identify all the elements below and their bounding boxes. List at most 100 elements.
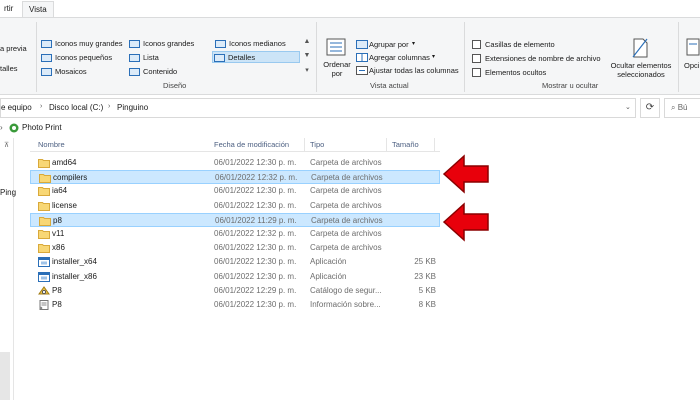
refresh-button[interactable]: ⟳ [640, 98, 660, 118]
file-name: P8 [52, 285, 62, 295]
item-checkboxes-label: Casillas de elemento [485, 40, 555, 49]
file-row[interactable]: compilers 06/01/2022 12:32 p. m. Carpeta d… [30, 170, 440, 185]
tab-share[interactable]: rtir [0, 1, 19, 17]
file-name: installer_x86 [52, 271, 97, 281]
options-button[interactable]: Opci [684, 61, 699, 70]
column-header-name[interactable]: Nombre [38, 140, 65, 149]
file-row[interactable]: ia64 06/01/2022 12:30 p. m. Carpeta de arc… [30, 184, 440, 198]
setup-info-icon [38, 300, 50, 310]
file-size: 8 KB [418, 300, 436, 309]
layout-extra-large-icons[interactable]: Iconos muy grandes [40, 38, 123, 50]
file-type: Carpeta de archivos [311, 173, 383, 183]
file-date: 06/01/2022 12:32 p. m. [214, 229, 297, 238]
breadcrumb-pinguino[interactable]: Pinguino [117, 103, 148, 112]
layout-gallery: Iconos muy grandes Iconos grandes Iconos… [40, 38, 310, 81]
file-name: P8 [52, 300, 62, 309]
file-row[interactable]: installer_x86 06/01/2022 12:30 p. m. Aplic… [30, 270, 440, 284]
nav-scrollbar[interactable] [0, 352, 10, 400]
annotation-arrow-p8 [442, 202, 489, 242]
address-bar[interactable]: e equipo › Disco local (C:) › Pinguino ⌄ [0, 98, 636, 118]
file-row[interactable]: amd64 06/01/2022 12:30 p. m. Carpeta de ar… [30, 156, 440, 170]
photo-print-icon [9, 123, 19, 133]
file-date: 06/01/2022 12:29 p. m. [214, 285, 297, 295]
pin-icon: ⊼ [4, 142, 10, 149]
column-divider[interactable] [304, 138, 305, 152]
file-row[interactable]: P8 06/01/2022 12:30 p. m. Información sobr… [30, 298, 440, 312]
file-date: 06/01/2022 12:30 p. m. [214, 158, 297, 167]
chevron-right-icon[interactable]: › [0, 123, 3, 132]
column-header-date[interactable]: Fecha de modificación [214, 140, 289, 149]
file-size: 23 KB [414, 271, 436, 281]
layout-gallery-scroll[interactable]: ▲ ▼ ▾ [302, 38, 312, 81]
scroll-up-icon[interactable]: ▲ [302, 38, 312, 52]
file-type: Aplicación [310, 257, 347, 267]
search-box[interactable]: ⌕ Bú [664, 98, 700, 118]
file-row[interactable]: x86 06/01/2022 12:30 p. m. Carpeta de arch… [30, 241, 440, 255]
file-name: compilers [53, 173, 88, 183]
file-date: 06/01/2022 11:29 p. m. [215, 215, 297, 225]
nav-item-pinguino[interactable]: Ping [0, 188, 16, 197]
layout-medium-icons[interactable]: Iconos medianos [214, 38, 286, 50]
file-type: Carpeta de archivos [310, 186, 382, 196]
layout-large-icons[interactable]: Iconos grandes [128, 38, 194, 50]
options-icon [686, 38, 700, 56]
file-row[interactable]: p8 06/01/2022 11:29 p. m. Carpeta de archi… [30, 212, 440, 227]
column-divider[interactable] [434, 138, 435, 152]
application-icon [38, 257, 50, 268]
layout-content[interactable]: Contenido [128, 66, 177, 78]
column-header-type[interactable]: Tipo [310, 140, 324, 149]
folder-icon [39, 216, 51, 226]
scroll-down-icon[interactable]: ▼ [302, 52, 312, 66]
breadcrumb-local-disk[interactable]: Disco local (C:) [49, 103, 103, 112]
file-date: 06/01/2022 12:30 p. m. [214, 300, 297, 309]
layout-tiles[interactable]: Mosaicos [40, 66, 87, 78]
tiles-icon [41, 68, 52, 76]
file-date: 06/01/2022 12:30 p. m. [214, 243, 297, 253]
hidden-items-checkbox[interactable] [472, 68, 481, 77]
file-row[interactable]: v11 06/01/2022 12:32 p. m. Carpeta de arch… [30, 227, 440, 241]
column-headers: Nombre Fecha de modificación Tipo Tamaño [30, 138, 440, 152]
list-icon [129, 54, 140, 62]
tab-view[interactable]: Vista [22, 1, 54, 17]
large-icons-icon [129, 40, 140, 48]
file-name: ia64 [52, 186, 68, 196]
hidden-items-label: Elementos ocultos [485, 68, 547, 77]
file-extensions-checkbox[interactable] [472, 54, 481, 63]
details-pane-button[interactable]: talles [0, 64, 18, 73]
medium-icons-icon [215, 40, 226, 48]
refresh-icon: ⟳ [645, 102, 655, 113]
expand-gallery-icon[interactable]: ▾ [302, 66, 312, 80]
file-date: 06/01/2022 12:30 p. m. [214, 271, 297, 281]
sort-by-button[interactable]: Ordenar por [322, 60, 352, 78]
column-header-size[interactable]: Tamaño [392, 140, 419, 149]
file-type: Carpeta de archivos [311, 215, 383, 225]
chevron-right-icon[interactable]: › [108, 103, 110, 110]
file-name: p8 [53, 215, 62, 225]
file-name: v11 [52, 229, 65, 238]
file-type: Información sobre... [310, 300, 381, 309]
file-row[interactable]: P8 06/01/2022 12:29 p. m. Catálogo de segu… [30, 284, 440, 298]
file-row[interactable]: license 06/01/2022 12:30 p. m. Carpeta de … [30, 199, 440, 213]
security-catalog-icon [38, 285, 50, 296]
folder-icon [39, 173, 51, 184]
preview-pane-button[interactable]: a previa [0, 44, 27, 53]
add-columns-icon [356, 53, 368, 62]
file-type: Carpeta de archivos [310, 243, 382, 253]
file-row[interactable]: installer_x64 06/01/2022 12:30 p. m. Aplic… [30, 255, 440, 269]
group-separator [36, 22, 37, 92]
group-label-current-view: Vista actual [370, 81, 409, 90]
chevron-right-icon[interactable]: › [40, 103, 42, 110]
application-icon [38, 271, 50, 282]
fit-columns-icon [356, 66, 368, 75]
item-checkboxes-checkbox[interactable] [472, 40, 481, 49]
folder-icon [38, 186, 50, 197]
column-divider[interactable] [386, 138, 387, 152]
ribbon: a previa talles Iconos muy grandes Icono… [0, 17, 700, 95]
layout-small-icons[interactable]: Iconos pequeños [40, 52, 112, 64]
photo-print-link[interactable]: Photo Print [22, 123, 62, 132]
group-by-icon [356, 40, 368, 49]
layout-list[interactable]: Lista [128, 52, 159, 64]
chevron-down-icon[interactable]: ⌄ [625, 103, 631, 111]
layout-details[interactable]: Detalles [212, 51, 300, 63]
breadcrumb-this-pc[interactable]: e equipo [1, 103, 32, 112]
